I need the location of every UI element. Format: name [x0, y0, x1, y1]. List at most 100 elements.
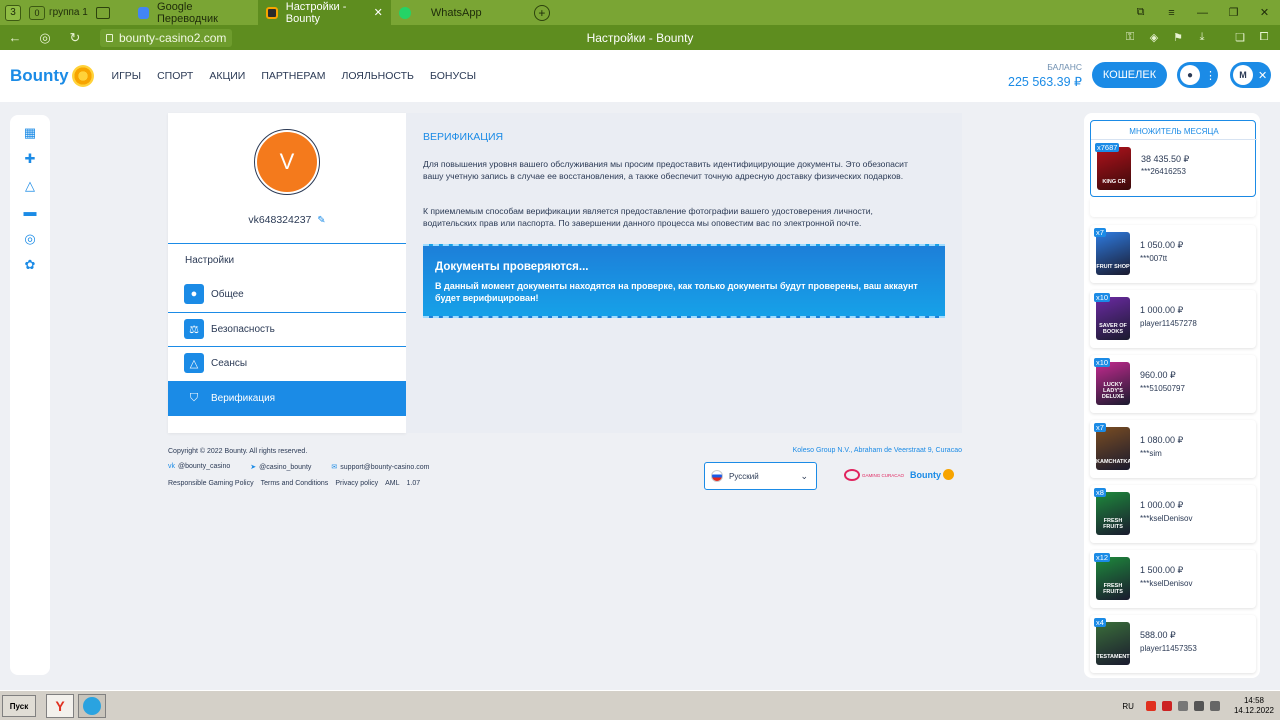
verification-title: ВЕРИФИКАЦИЯ	[423, 131, 504, 143]
network-icon[interactable]: △	[23, 179, 37, 193]
win-card[interactable]: x7 KAMCHATKA 1 080.00 ₽ ***sim	[1090, 420, 1256, 478]
settings-gear-icon[interactable]: ✿	[23, 258, 37, 272]
network-tray-icon[interactable]	[1177, 701, 1188, 711]
multiplier-badge: x7687	[1095, 143, 1120, 152]
monthly-multiplier-card[interactable]: МНОЖИТЕЛЬ МЕСЯЦА x7687 KING CR 38 435.50…	[1090, 120, 1257, 197]
win-card[interactable]: x10 SAVER OF BOOKS 1 000.00 ₽ player1145727…	[1090, 290, 1256, 348]
user-menu-button[interactable]: ● ⋮	[1177, 62, 1218, 88]
sidebar-icon[interactable]: ⧠	[1252, 31, 1276, 44]
profile-toggle-button[interactable]: M ✕	[1230, 62, 1271, 88]
gift-icon[interactable]: ✚	[23, 152, 37, 166]
new-tab-icon[interactable]	[95, 6, 110, 19]
email-link[interactable]: ✉ support@bounty-casino.com	[331, 463, 439, 471]
menu-icon[interactable]: ≡	[1156, 7, 1187, 19]
bookmark-icon[interactable]: ⚑	[1166, 31, 1190, 44]
volume-icon[interactable]	[1209, 701, 1220, 711]
close-window-icon[interactable]: ✕	[1249, 6, 1280, 19]
username: vk648324237	[248, 214, 312, 226]
copyright: Copyright © 2022 Bounty. All rights rese…	[168, 448, 308, 455]
tab-google-translate[interactable]: Google Переводчик	[130, 0, 258, 25]
win-card[interactable]: x12 FRESH FRUITS 1 500.00 ₽ ***kselDenisov	[1090, 550, 1256, 608]
username-row: vk648324237 ✎	[168, 214, 406, 226]
antivirus-icon[interactable]	[1161, 701, 1172, 711]
input-language[interactable]: RU	[1122, 702, 1134, 711]
clock[interactable]: 14:58 14.12.2022	[1234, 696, 1274, 716]
menu-item-security[interactable]: ⚖ Безопасность	[168, 312, 406, 346]
download-icon[interactable]: ⤓	[1190, 31, 1214, 44]
close-icon: ✕	[1258, 69, 1268, 82]
win-card[interactable]: x7 FRUIT SHOP 1 050.00 ₽ ***007tt	[1090, 225, 1256, 283]
win-card[interactable]: x8 FRESH FRUITS 1 000.00 ₽ ***kselDenisov	[1090, 485, 1256, 543]
game-name: FRUIT SHOP	[1096, 264, 1130, 270]
win-amount: 1 000.00 ₽	[1140, 305, 1184, 315]
player-name: ***sim	[1140, 449, 1162, 458]
briefcase-icon[interactable]: ▬	[23, 205, 37, 219]
balance: БАЛАНС 225 563.39 ₽	[1008, 62, 1082, 89]
restore-icon[interactable]: ❐	[1218, 6, 1249, 19]
menu-item-sessions[interactable]: △ Сеансы	[168, 346, 406, 380]
nav-games[interactable]: ИГРЫ	[112, 70, 142, 82]
link-terms[interactable]: Terms and Conditions	[261, 480, 329, 487]
lifebuoy-icon[interactable]: ◎	[23, 232, 37, 246]
win-card[interactable]: x10 LUCKY LADY'S DELUXE 960.00 ₽ ***5105079…	[1090, 355, 1256, 413]
palm-sun-icon	[943, 469, 954, 480]
close-tab-icon[interactable]: ✕	[374, 6, 383, 19]
tab-whatsapp[interactable]: WhatsApp	[391, 0, 526, 25]
avatar-letter: V	[257, 132, 317, 192]
edit-pencil-icon[interactable]: ✎	[317, 215, 325, 226]
casino-icon[interactable]: ▦	[23, 126, 37, 140]
tabs-icon[interactable]: ⧉	[1125, 6, 1156, 19]
player-name: ***kselDenisov	[1140, 579, 1193, 588]
nav-sport[interactable]: СПОРТ	[157, 70, 193, 82]
whatsapp-icon	[398, 6, 411, 19]
nav-loyalty[interactable]: ЛОЯЛЬНОСТЬ	[341, 70, 413, 82]
tab-count-badge[interactable]: 3	[5, 4, 21, 21]
reload-icon[interactable]: ↻	[60, 30, 90, 46]
bounty-favicon-icon	[265, 6, 278, 19]
language-select[interactable]: Русский ⌄	[704, 462, 817, 490]
link-privacy[interactable]: Privacy policy	[335, 480, 378, 487]
collections-icon[interactable]: ❏	[1228, 31, 1252, 44]
telegram-link[interactable]: ➤ @casino_bounty	[250, 463, 321, 471]
group-label: группа 1	[49, 7, 88, 18]
win-amount: 38 435.50 ₽	[1141, 154, 1190, 164]
win-card[interactable]: x4 TESTAMENT 588.00 ₽ player11457353	[1090, 615, 1256, 673]
add-tab-button[interactable]: +	[533, 4, 550, 21]
url-field[interactable]: bounty-casino2.com	[100, 28, 233, 47]
tab-group[interactable]: 0 группа 1	[29, 5, 88, 20]
game-thumbnail: x7687 KING CR	[1095, 143, 1131, 190]
tab-settings-bounty[interactable]: Настройки - Bounty ✕	[257, 0, 391, 25]
menu-item-verification[interactable]: ⛉ Верификация	[168, 381, 406, 416]
back-icon[interactable]: ←	[0, 30, 30, 45]
protect-icon[interactable]: ◎	[30, 30, 60, 46]
nav-promotions[interactable]: АКЦИИ	[209, 70, 245, 82]
telegram-app[interactable]	[78, 694, 106, 718]
wallet-button[interactable]: КОШЕЛЕК	[1092, 62, 1167, 88]
multiplier-badge: x10	[1094, 293, 1111, 302]
nav-bonuses[interactable]: БОНУСЫ	[430, 70, 476, 82]
nav-partners[interactable]: ПАРТНЕРАМ	[261, 70, 325, 82]
monitor-icon[interactable]	[1193, 701, 1204, 711]
extension-icon[interactable]: ◈	[1142, 31, 1166, 44]
yandex-browser-app[interactable]: Y	[46, 694, 74, 718]
site-logo[interactable]: Bounty	[10, 65, 94, 87]
divider	[168, 243, 406, 244]
minimize-icon[interactable]: —	[1187, 7, 1218, 19]
link-responsible-gaming[interactable]: Responsible Gaming Policy	[168, 480, 254, 487]
link-aml[interactable]: AML	[385, 480, 399, 487]
gaming-curacao-badge[interactable]: GAMING CURACAO	[844, 469, 904, 481]
win-amount: 1 080.00 ₽	[1140, 435, 1184, 445]
multiplier-badge: x7	[1094, 228, 1106, 237]
yandex-tray-icon[interactable]	[1145, 701, 1156, 711]
chevron-down-icon: ⌄	[800, 470, 808, 481]
vk-link[interactable]: vk @bounty_casino	[168, 463, 240, 471]
avatar[interactable]: V	[254, 129, 320, 195]
player-name: ***26416253	[1141, 167, 1186, 176]
start-button[interactable]: Пуск	[2, 695, 36, 717]
gc-logo-icon	[844, 469, 860, 481]
address-bar-actions: ⚿ ◈ ⚑ ⤓ ❏ ⧠	[1118, 25, 1276, 50]
multiplier-badge: x8	[1094, 488, 1106, 497]
key-icon[interactable]: ⚿	[1118, 31, 1142, 44]
game-thumbnail: x7 FRUIT SHOP	[1094, 228, 1130, 275]
menu-item-general[interactable]: ● Общее	[168, 277, 406, 311]
